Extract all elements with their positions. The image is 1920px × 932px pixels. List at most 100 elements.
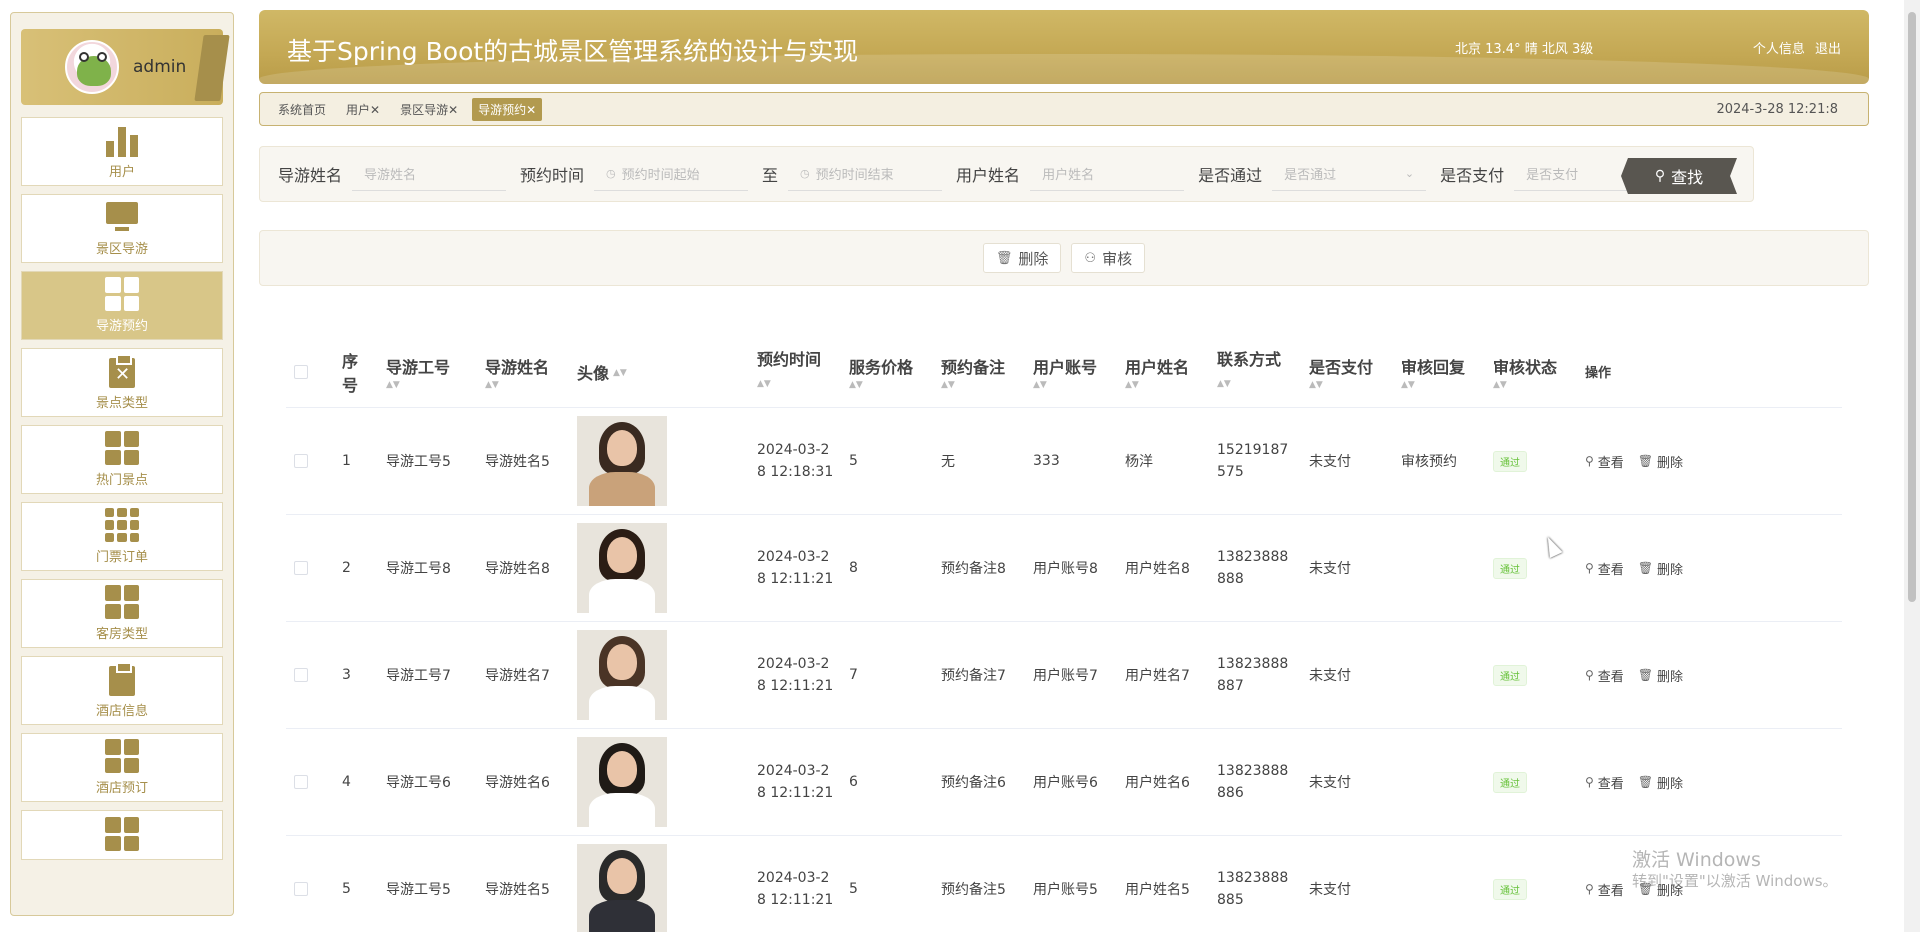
paid-label: 是否支付 — [1440, 166, 1505, 185]
time-end-input[interactable]: ◷ 预约时间结束 — [788, 157, 943, 191]
header-guide-name[interactable]: 导游姓名 ▲▼ — [483, 354, 575, 390]
row-delete-button[interactable]: 🗑 删除 — [1638, 773, 1683, 792]
view-button[interactable]: ⚲ 查看 — [1585, 666, 1624, 685]
row-delete-button[interactable]: 🗑 删除 — [1638, 666, 1683, 685]
passed-select[interactable]: 是否通过 ⌄ — [1272, 157, 1427, 191]
header-index: 序号 — [340, 348, 384, 396]
sidebar-item-hotel-booking[interactable]: 酒店预订 — [21, 733, 223, 802]
header: 基于Spring Boot的古城景区管理系统的设计与实现 北京 13.4° 晴 … — [259, 10, 1869, 84]
clock-icon: ◷ — [606, 167, 616, 180]
cell-time-line2: 8 12:11:21 — [757, 785, 834, 801]
cell-price: 7 — [849, 667, 858, 683]
guide-name-label: 导游姓名 — [278, 166, 343, 185]
profile-link[interactable]: 个人信息 — [1753, 42, 1805, 57]
cell-phone: 13823888 886 — [1215, 760, 1307, 804]
header-label: 服务价格 — [849, 357, 914, 377]
tag-home[interactable]: 系统首页 — [272, 98, 332, 121]
tag-guide-booking[interactable]: 导游预约✕ — [472, 97, 543, 121]
guide-name-input[interactable]: 导游姓名 — [352, 157, 507, 191]
user-name-input[interactable]: 用户姓名 — [1030, 157, 1185, 191]
header-avatar[interactable]: 头像 ▲▼ — [575, 360, 755, 384]
cell-note: 预约备注6 — [941, 775, 1006, 791]
cell-phone-line2: 887 — [1217, 678, 1244, 694]
header-price[interactable]: 服务价格 ▲▼ — [847, 354, 939, 390]
header-reply[interactable]: 审核回复 ▲▼ — [1399, 354, 1491, 390]
logout-link[interactable]: 退出 — [1815, 42, 1841, 57]
header-label: 头像 — [577, 363, 610, 383]
sidebar-item-ticket-orders[interactable]: 门票订单 — [21, 502, 223, 571]
status-badge: 通过 — [1493, 771, 1527, 793]
current-datetime: 2024-3-28 12:21:8 — [1716, 102, 1838, 117]
row-checkbox[interactable] — [294, 882, 308, 896]
row-checkbox[interactable] — [294, 668, 308, 682]
guide-photo[interactable] — [577, 844, 667, 932]
cell-phone-line2: 885 — [1217, 892, 1244, 908]
view-button[interactable]: ⚲ 查看 — [1585, 559, 1624, 578]
sidebar-item-more[interactable] — [21, 810, 223, 860]
grid-icon — [105, 277, 139, 311]
table-row: 1 导游工号5 导游姓名5 2024-03-2 8 12:18:31 5 无 33… — [286, 408, 1842, 515]
sidebar-menu: 用户 景区导游 导游预约 ✕ 景点类型 热门景点 门票订单 客房类型 酒店信息 … — [11, 117, 233, 860]
cell-user-name: 杨洋 — [1125, 454, 1153, 470]
header-checkbox-cell — [286, 364, 340, 379]
delete-label: 删除 — [1657, 669, 1684, 685]
sidebar-item-user[interactable]: 用户 — [21, 117, 223, 186]
header-note[interactable]: 预约备注 ▲▼ — [939, 354, 1031, 390]
select-all-checkbox[interactable] — [294, 364, 308, 379]
cell-guide-no: 导游工号8 — [386, 561, 451, 577]
audit-button[interactable]: ⚇ 审核 — [1071, 243, 1146, 273]
row-delete-button[interactable]: 🗑 删除 — [1638, 559, 1683, 578]
view-button[interactable]: ⚲ 查看 — [1585, 452, 1624, 471]
sidebar-item-guide[interactable]: 景区导游 — [21, 194, 223, 263]
sidebar-item-hot-spots[interactable]: 热门景点 — [21, 425, 223, 494]
tag-guide[interactable]: 景区导游✕ — [394, 98, 464, 121]
search-button[interactable]: ⚲ 查找 — [1621, 158, 1737, 194]
activation-watermark-text: 转到"设置"以激活 Windows。 — [1632, 872, 1838, 890]
guide-photo[interactable] — [577, 523, 667, 613]
view-button[interactable]: ⚲ 查看 — [1585, 880, 1624, 899]
header-user-account[interactable]: 用户账号 ▲▼ — [1031, 354, 1123, 390]
cell-index: 5 — [342, 881, 351, 897]
delete-button[interactable]: 🗑 删除 — [982, 243, 1062, 273]
view-button[interactable]: ⚲ 查看 — [1585, 773, 1624, 792]
cell-status: 通过 — [1491, 450, 1583, 472]
cell-phone-line2: 575 — [1217, 464, 1244, 480]
cell-user-account: 用户账号8 — [1033, 561, 1098, 577]
header-status[interactable]: 审核状态 ▲▼ — [1491, 354, 1583, 390]
cell-phone-line1: 15219187 — [1217, 442, 1289, 458]
time-label: 预约时间 — [520, 166, 585, 185]
scrollbar-thumb[interactable] — [1908, 12, 1916, 602]
header-time[interactable]: 预约时间 ▲▼ — [755, 349, 847, 395]
tag-user[interactable]: 用户✕ — [340, 98, 386, 121]
row-delete-button[interactable]: 🗑 删除 — [1638, 452, 1683, 471]
guide-photo[interactable] — [577, 737, 667, 827]
trash-icon: 🗑 — [1637, 454, 1654, 468]
page-scrollbar[interactable] — [1904, 0, 1920, 932]
cell-avatar — [575, 844, 755, 932]
avatar[interactable] — [65, 40, 119, 94]
header-label: 操作 — [1585, 366, 1612, 381]
view-label: 查看 — [1597, 883, 1624, 899]
header-phone[interactable]: 联系方式 ▲▼ — [1215, 349, 1307, 395]
search-icon: ⚲ — [1585, 775, 1594, 789]
guide-photo[interactable] — [577, 630, 667, 720]
status-badge: 通过 — [1493, 878, 1527, 900]
sidebar-item-scenic-type[interactable]: ✕ 景点类型 — [21, 348, 223, 417]
header-guide-no[interactable]: 导游工号 ▲▼ — [384, 354, 483, 390]
row-checkbox[interactable] — [294, 454, 308, 468]
cell-user-name: 用户姓名7 — [1125, 668, 1190, 684]
cell-ops: ⚲ 查看 🗑 删除 — [1583, 559, 1763, 578]
row-checkbox[interactable] — [294, 561, 308, 575]
header-user-name[interactable]: 用户姓名 ▲▼ — [1123, 354, 1215, 390]
time-start-input[interactable]: ◷ 预约时间起始 — [594, 157, 749, 191]
row-checkbox[interactable] — [294, 775, 308, 789]
header-paid[interactable]: 是否支付 ▲▼ — [1307, 354, 1399, 390]
sidebar-item-label: 酒店信息 — [95, 704, 148, 719]
row-checkbox-cell — [286, 561, 340, 575]
sidebar-item-room-type[interactable]: 客房类型 — [21, 579, 223, 648]
sidebar-item-label: 客房类型 — [95, 627, 148, 642]
guide-photo[interactable] — [577, 416, 667, 506]
row-checkbox-cell — [286, 668, 340, 682]
sidebar-item-guide-booking[interactable]: 导游预约 — [21, 271, 223, 340]
sidebar-item-hotel-info[interactable]: 酒店信息 — [21, 656, 223, 725]
